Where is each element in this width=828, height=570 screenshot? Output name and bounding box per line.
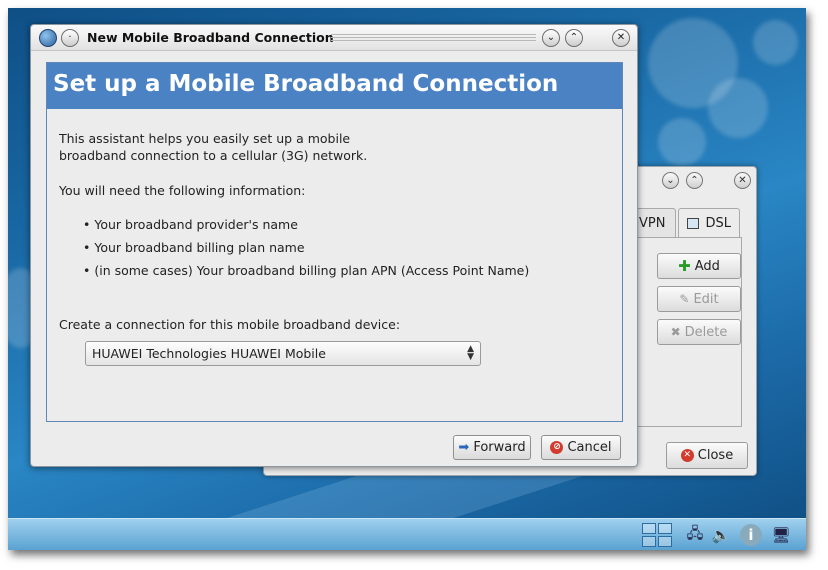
volume-icon[interactable]: 🔈 (710, 524, 732, 546)
window-menu-icon[interactable]: · (61, 29, 79, 47)
network-globe-icon[interactable] (39, 29, 57, 47)
title-bar[interactable]: · New Mobile Broadband Connection ⌄ ⌃ ✕ (31, 25, 637, 51)
cancel-button-label: Cancel (567, 440, 612, 455)
edit-button-label: Edit (693, 291, 719, 307)
bullet-plan: • Your broadband billing plan name (83, 240, 305, 255)
tab-vpn-label: VPN (639, 216, 666, 231)
window-title: New Mobile Broadband Connection (87, 30, 334, 45)
edit-button[interactable]: ✎ Edit (657, 286, 741, 312)
assistant-page: Set up a Mobile Broadband Connection Thi… (46, 62, 623, 422)
tab-dsl-label: DSL (705, 216, 731, 231)
forward-button-label: Forward (473, 440, 526, 455)
minimize-icon[interactable]: ⌄ (542, 29, 560, 47)
desktop: ⌄ ⌃ ✕ VPN DSL ✚ Add ✎ Edit ✖ Delete ✕ Cl… (8, 8, 806, 550)
cancel-icon: ⊘ (550, 441, 564, 454)
taskbar: 🖧 🔈 i 🖥 (8, 518, 806, 550)
tab-dsl[interactable]: DSL (678, 208, 740, 238)
updown-icon: ▲ ▼ (467, 344, 474, 362)
desktop-pager[interactable] (642, 523, 672, 547)
title-grip (331, 34, 536, 43)
need-info-text: You will need the following information: (59, 183, 306, 198)
mobile-broadband-dialog: · New Mobile Broadband Connection ⌄ ⌃ ✕ … (30, 24, 638, 467)
bullet-apn: • (in some cases) Your broadband billing… (83, 263, 530, 278)
tab-vpn[interactable]: VPN (636, 208, 676, 238)
maximize-icon[interactable]: ⌃ (565, 29, 583, 47)
info-icon[interactable]: i (740, 524, 762, 546)
cancel-button[interactable]: ⊘ Cancel (541, 435, 621, 460)
close-icon[interactable]: ✕ (734, 172, 751, 189)
device-select-value: HUAWEI Technologies HUAWEI Mobile (92, 346, 326, 361)
close-button[interactable]: ✕ Close (666, 442, 748, 469)
device-notifier-icon[interactable]: 🖥 (770, 524, 792, 546)
pager-desktop[interactable] (642, 536, 656, 547)
minimize-icon[interactable]: ⌄ (662, 172, 679, 189)
pager-desktop[interactable] (658, 536, 672, 547)
close-icon[interactable]: ✕ (612, 29, 630, 47)
intro-text-line2: broadband connection to a cellular (3G) … (59, 148, 368, 163)
device-label: Create a connection for this mobile broa… (59, 317, 401, 332)
pencil-icon: ✎ (679, 292, 690, 306)
intro-text-line1: This assistant helps you easily set up a… (59, 131, 351, 146)
desktop-bokeh (708, 78, 768, 138)
desktop-bokeh (753, 20, 798, 65)
desktop-bokeh (658, 118, 706, 166)
add-button-label: Add (694, 258, 720, 274)
dsl-icon (687, 218, 700, 229)
page-banner: Set up a Mobile Broadband Connection (47, 63, 622, 109)
network-status-icon[interactable]: 🖧 (684, 524, 706, 546)
delete-button-label: Delete (684, 324, 728, 340)
delete-button[interactable]: ✖ Delete (657, 319, 741, 345)
pager-desktop[interactable] (658, 523, 672, 534)
bullet-provider: • Your broadband provider's name (83, 217, 298, 232)
close-button-label: Close (697, 448, 734, 463)
pager-desktop[interactable] (642, 523, 656, 534)
maximize-icon[interactable]: ⌃ (686, 172, 703, 189)
forward-button[interactable]: ➡ Forward (453, 435, 531, 460)
add-button[interactable]: ✚ Add (657, 253, 741, 279)
plus-icon: ✚ (678, 257, 691, 275)
device-select[interactable]: HUAWEI Technologies HUAWEI Mobile ▲ ▼ (85, 341, 481, 366)
forward-arrow-icon: ➡ (458, 440, 470, 455)
x-icon: ✖ (670, 325, 681, 339)
close-icon: ✕ (680, 449, 694, 462)
